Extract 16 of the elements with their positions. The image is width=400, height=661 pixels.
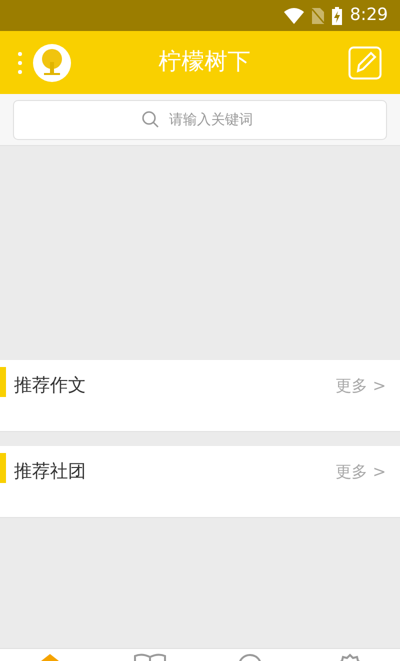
- more-link[interactable]: 更多 >: [336, 374, 386, 398]
- more-icon[interactable]: [18, 52, 22, 74]
- clock-time: 8:29: [350, 4, 388, 27]
- search-field[interactable]: 请输入关键词: [13, 100, 387, 140]
- accent-bar: [0, 367, 6, 397]
- section-title: 推荐社团: [14, 460, 87, 484]
- more-link[interactable]: 更多 >: [336, 460, 386, 484]
- wifi-icon: [284, 8, 304, 24]
- search-icon: [142, 110, 159, 128]
- no-sim-icon: [312, 8, 324, 24]
- app-title: 柠檬树下: [158, 48, 252, 78]
- accent-bar: [0, 453, 6, 483]
- section-title: 推荐作文: [14, 374, 87, 398]
- tree-avatar-icon[interactable]: [33, 44, 71, 82]
- battery-charging-icon: [332, 6, 342, 24]
- edit-icon[interactable]: [348, 46, 382, 80]
